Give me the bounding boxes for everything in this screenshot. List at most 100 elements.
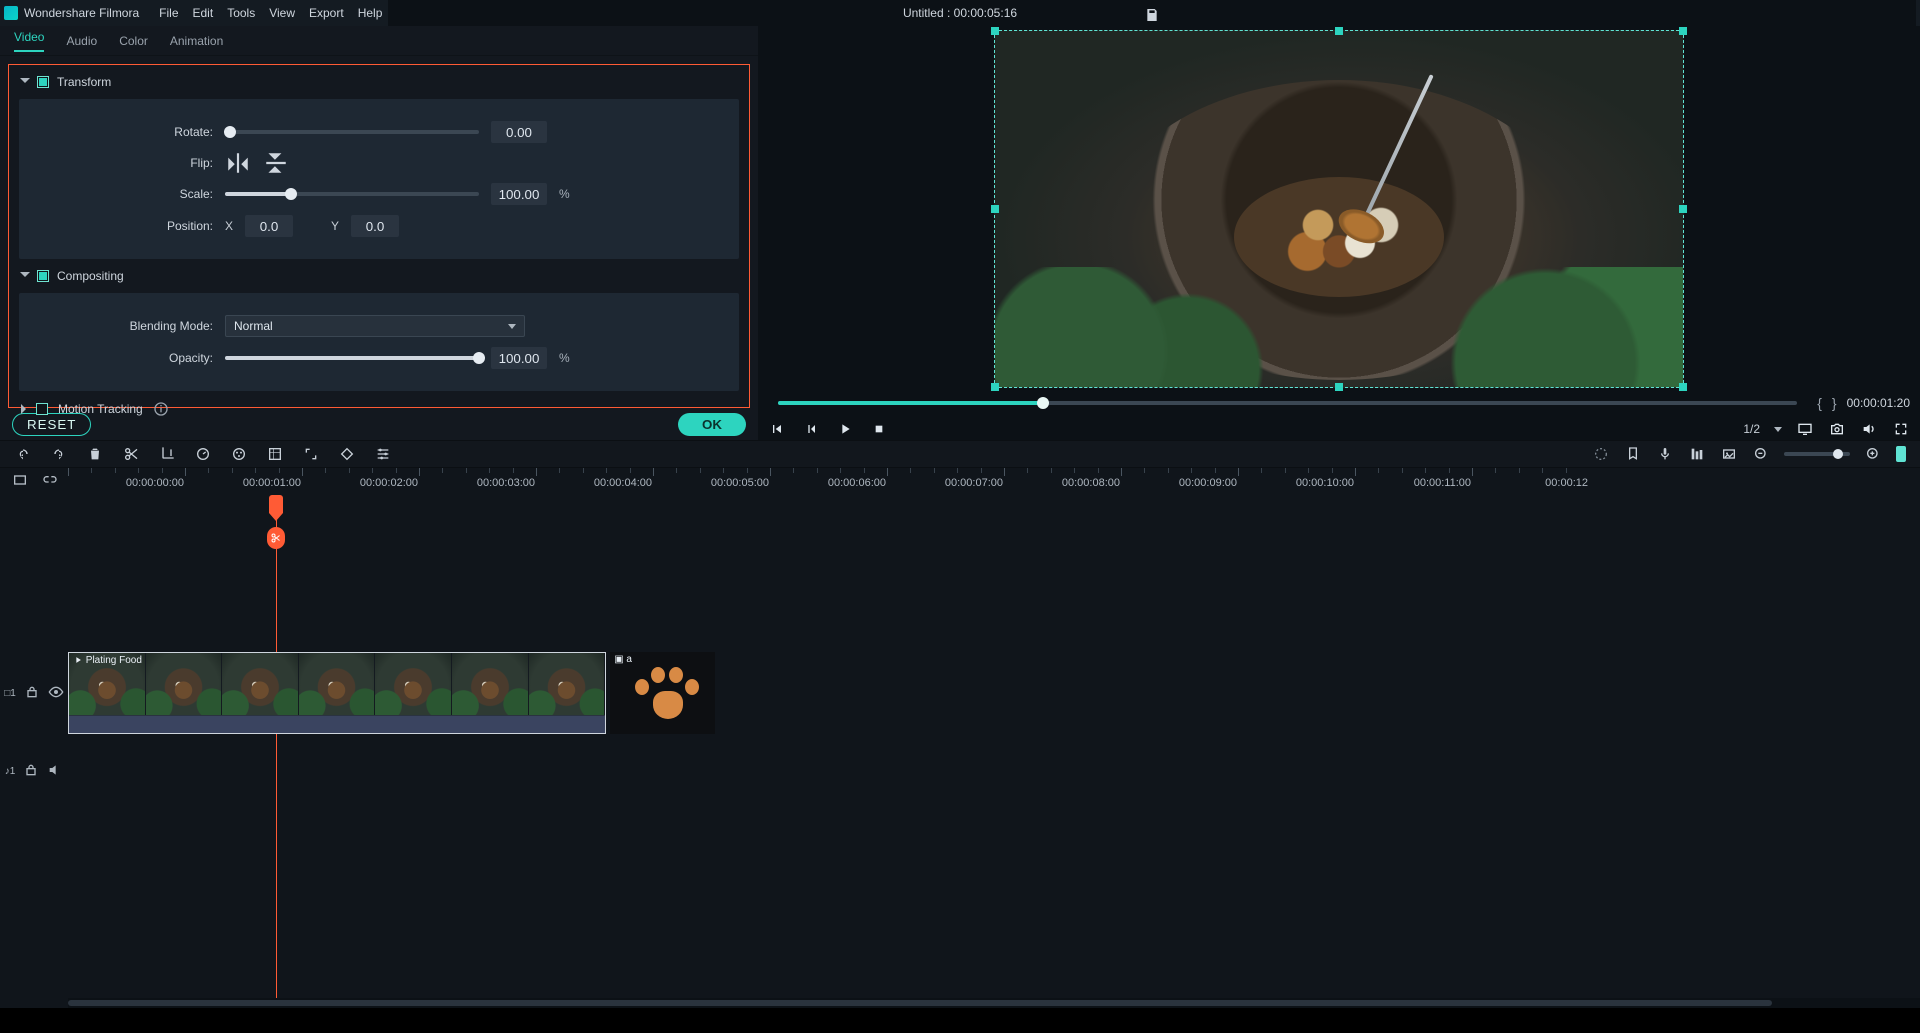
section-motion-tracking[interactable]: Motion Tracking [21, 401, 741, 417]
speed-icon[interactable] [194, 445, 212, 463]
rotate-slider[interactable] [225, 130, 479, 134]
app-title: Wondershare Filmora [24, 6, 139, 20]
flip-vertical-icon[interactable] [263, 153, 289, 173]
image-clip-paw[interactable]: ▣ a [610, 652, 715, 734]
blend-mode-value: Normal [234, 319, 273, 333]
timeline-toolbar [0, 440, 1920, 468]
mark-in-icon[interactable]: { [1817, 395, 1822, 411]
chevron-down-icon[interactable] [1774, 427, 1782, 432]
redo-icon[interactable] [50, 445, 68, 463]
section-compositing: Compositing Blending Mode: Normal Opacit… [19, 265, 739, 391]
info-icon[interactable] [153, 401, 169, 417]
mixer-icon[interactable] [1688, 445, 1706, 463]
app-brand: Wondershare Filmora [4, 6, 139, 20]
save-icon[interactable] [1144, 7, 1160, 23]
menu-help[interactable]: Help [358, 6, 383, 20]
marker-icon[interactable] [1624, 445, 1642, 463]
track-visibility-icon[interactable] [48, 684, 64, 703]
properties-icon[interactable] [374, 445, 392, 463]
section-transform-header[interactable]: Transform [19, 71, 739, 93]
chevron-down-icon [20, 78, 30, 86]
motion-tracking-checkbox[interactable] [36, 403, 48, 415]
opacity-slider[interactable] [225, 356, 479, 360]
color-icon[interactable] [230, 445, 248, 463]
track-video-icon: □1 [4, 688, 16, 699]
crop-icon[interactable] [158, 445, 176, 463]
delete-icon[interactable] [86, 445, 104, 463]
display-icon[interactable] [1796, 420, 1814, 438]
preview-page: 1/2 [1743, 422, 1760, 436]
playhead-scissor-icon[interactable] [267, 527, 285, 549]
track-lock-icon[interactable] [24, 684, 40, 703]
stop-icon[interactable] [870, 420, 888, 438]
zoom-slider[interactable] [1784, 452, 1850, 456]
zoom-out-icon[interactable] [1752, 445, 1770, 463]
blend-mode-select[interactable]: Normal [225, 315, 525, 337]
track-mute-icon[interactable] [47, 762, 63, 781]
main-menu: File Edit Tools View Export Help [159, 6, 382, 20]
timeline-scrollbar[interactable] [68, 998, 1920, 1008]
paw-icon [629, 661, 697, 725]
zoom-fit-icon[interactable] [1896, 446, 1906, 462]
pos-y-input[interactable] [351, 215, 399, 237]
playhead[interactable] [276, 496, 277, 1008]
fullscreen-icon[interactable] [1892, 420, 1910, 438]
play-icon[interactable] [836, 420, 854, 438]
timeline-tracks: □1 Plating Food ▣ a [0, 496, 1920, 1008]
tab-color[interactable]: Color [119, 34, 148, 48]
menu-export[interactable]: Export [309, 6, 344, 20]
tab-audio[interactable]: Audio [66, 34, 97, 48]
menu-file[interactable]: File [159, 6, 178, 20]
menu-view[interactable]: View [269, 6, 295, 20]
document-title: Untitled : 00:00:05:16 [903, 6, 1017, 20]
inspector-panel: Video Audio Color Animation Transform Ro… [0, 26, 758, 440]
menu-edit[interactable]: Edit [193, 6, 214, 20]
mark-out-icon[interactable]: } [1832, 395, 1837, 411]
undo-icon[interactable] [14, 445, 32, 463]
compositing-enable-checkbox[interactable] [37, 270, 49, 282]
pos-x-label: X [225, 219, 233, 233]
section-compositing-header[interactable]: Compositing [19, 265, 739, 287]
preview-canvas[interactable] [994, 30, 1684, 388]
voiceover-icon[interactable] [1656, 445, 1674, 463]
rotate-input[interactable] [491, 121, 547, 143]
menu-tools[interactable]: Tools [227, 6, 255, 20]
crop-zoom-icon[interactable] [302, 445, 320, 463]
tab-animation[interactable]: Animation [170, 34, 223, 48]
flip-label: Flip: [37, 156, 213, 170]
scale-unit: % [559, 187, 570, 201]
cut-icon[interactable] [122, 445, 140, 463]
track-lock-icon[interactable] [23, 762, 39, 781]
snapshot-icon[interactable] [1828, 420, 1846, 438]
zoom-in-icon[interactable] [1864, 445, 1882, 463]
keyframe-icon[interactable] [338, 445, 356, 463]
scale-input[interactable] [491, 183, 547, 205]
position-label: Position: [37, 219, 213, 233]
opacity-unit: % [559, 351, 570, 365]
transform-enable-checkbox[interactable] [37, 76, 49, 88]
pos-x-input[interactable] [245, 215, 293, 237]
playhead-handle-icon[interactable] [269, 495, 283, 513]
flip-horizontal-icon[interactable] [225, 153, 251, 173]
preview-progress[interactable] [778, 401, 1797, 405]
track-audio-icon: ♪1 [5, 766, 16, 777]
inspector-tabs: Video Audio Color Animation [0, 26, 758, 56]
video-track-row: □1 Plating Food ▣ a [0, 652, 1920, 734]
video-track-head: □1 [0, 684, 68, 703]
volume-icon[interactable] [1860, 420, 1878, 438]
chevron-down-icon [508, 324, 516, 329]
scale-label: Scale: [37, 187, 213, 201]
prev-frame-icon[interactable] [802, 420, 820, 438]
thumbnail-icon[interactable] [1720, 445, 1738, 463]
section-transform: Transform Rotate: Flip: [19, 71, 739, 259]
step-back-icon[interactable] [768, 420, 786, 438]
video-clip-plating-food[interactable]: Plating Food [68, 652, 606, 734]
tab-video[interactable]: Video [14, 30, 44, 52]
compositing-title: Compositing [57, 269, 124, 283]
scale-slider[interactable] [225, 192, 479, 196]
green-screen-icon[interactable] [266, 445, 284, 463]
timeline-ruler[interactable]: 00:00:00:0000:00:01:0000:00:02:0000:00:0… [68, 468, 1920, 496]
opacity-input[interactable] [491, 347, 547, 369]
rotate-label: Rotate: [37, 125, 213, 139]
render-icon[interactable] [1592, 445, 1610, 463]
